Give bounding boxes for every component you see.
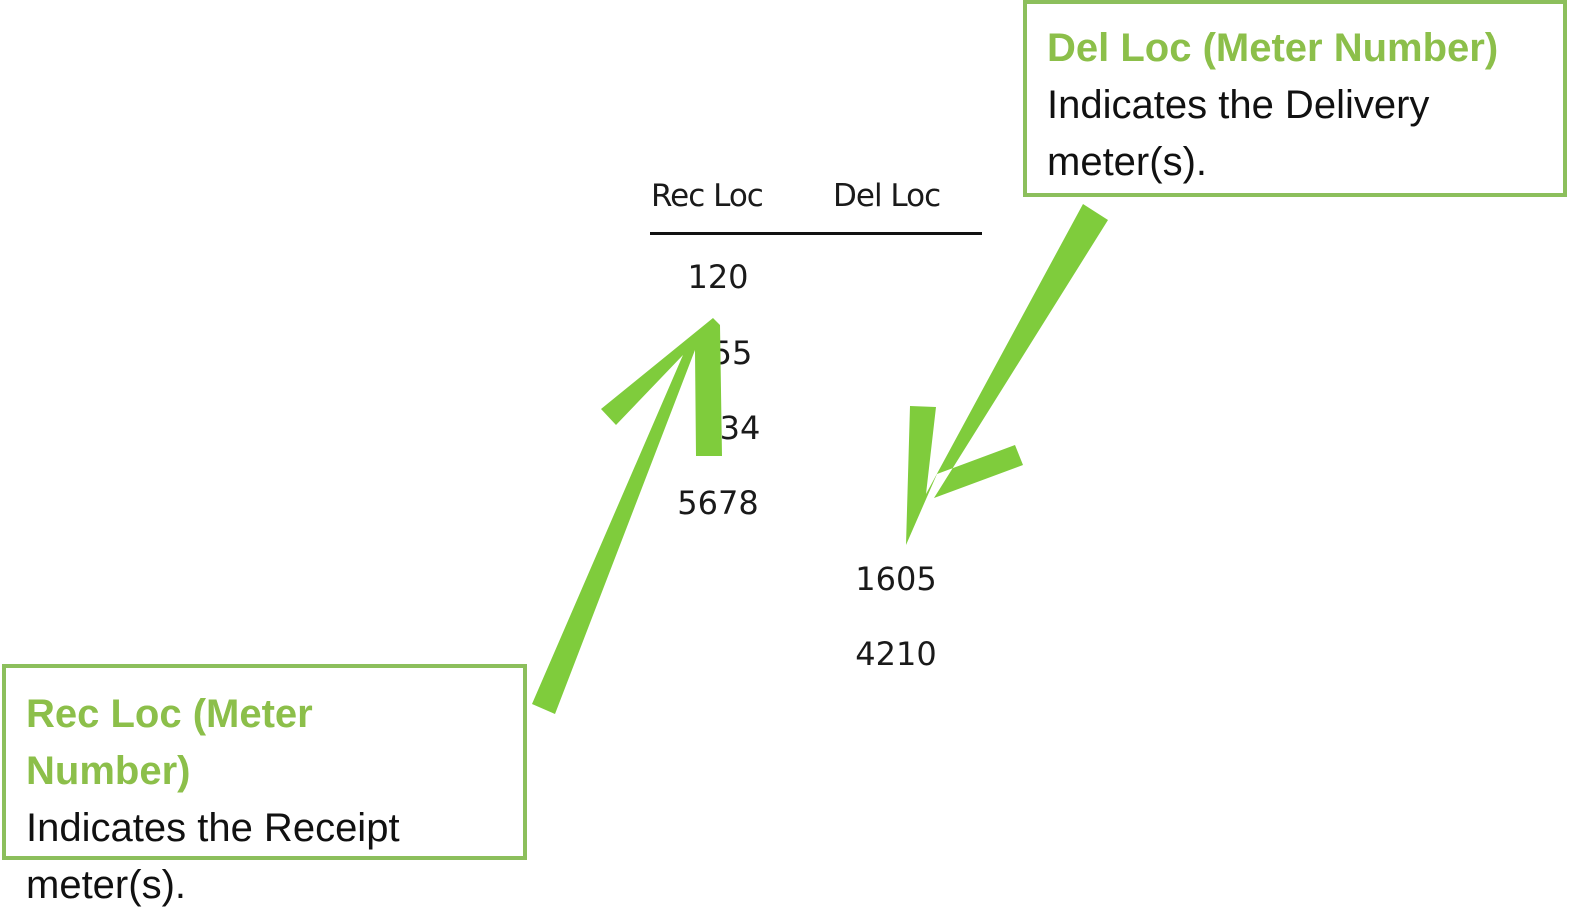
del-loc-arrow-icon — [906, 204, 1108, 545]
callout-arrows — [532, 204, 1108, 714]
rec-loc-arrow-icon — [532, 318, 722, 714]
